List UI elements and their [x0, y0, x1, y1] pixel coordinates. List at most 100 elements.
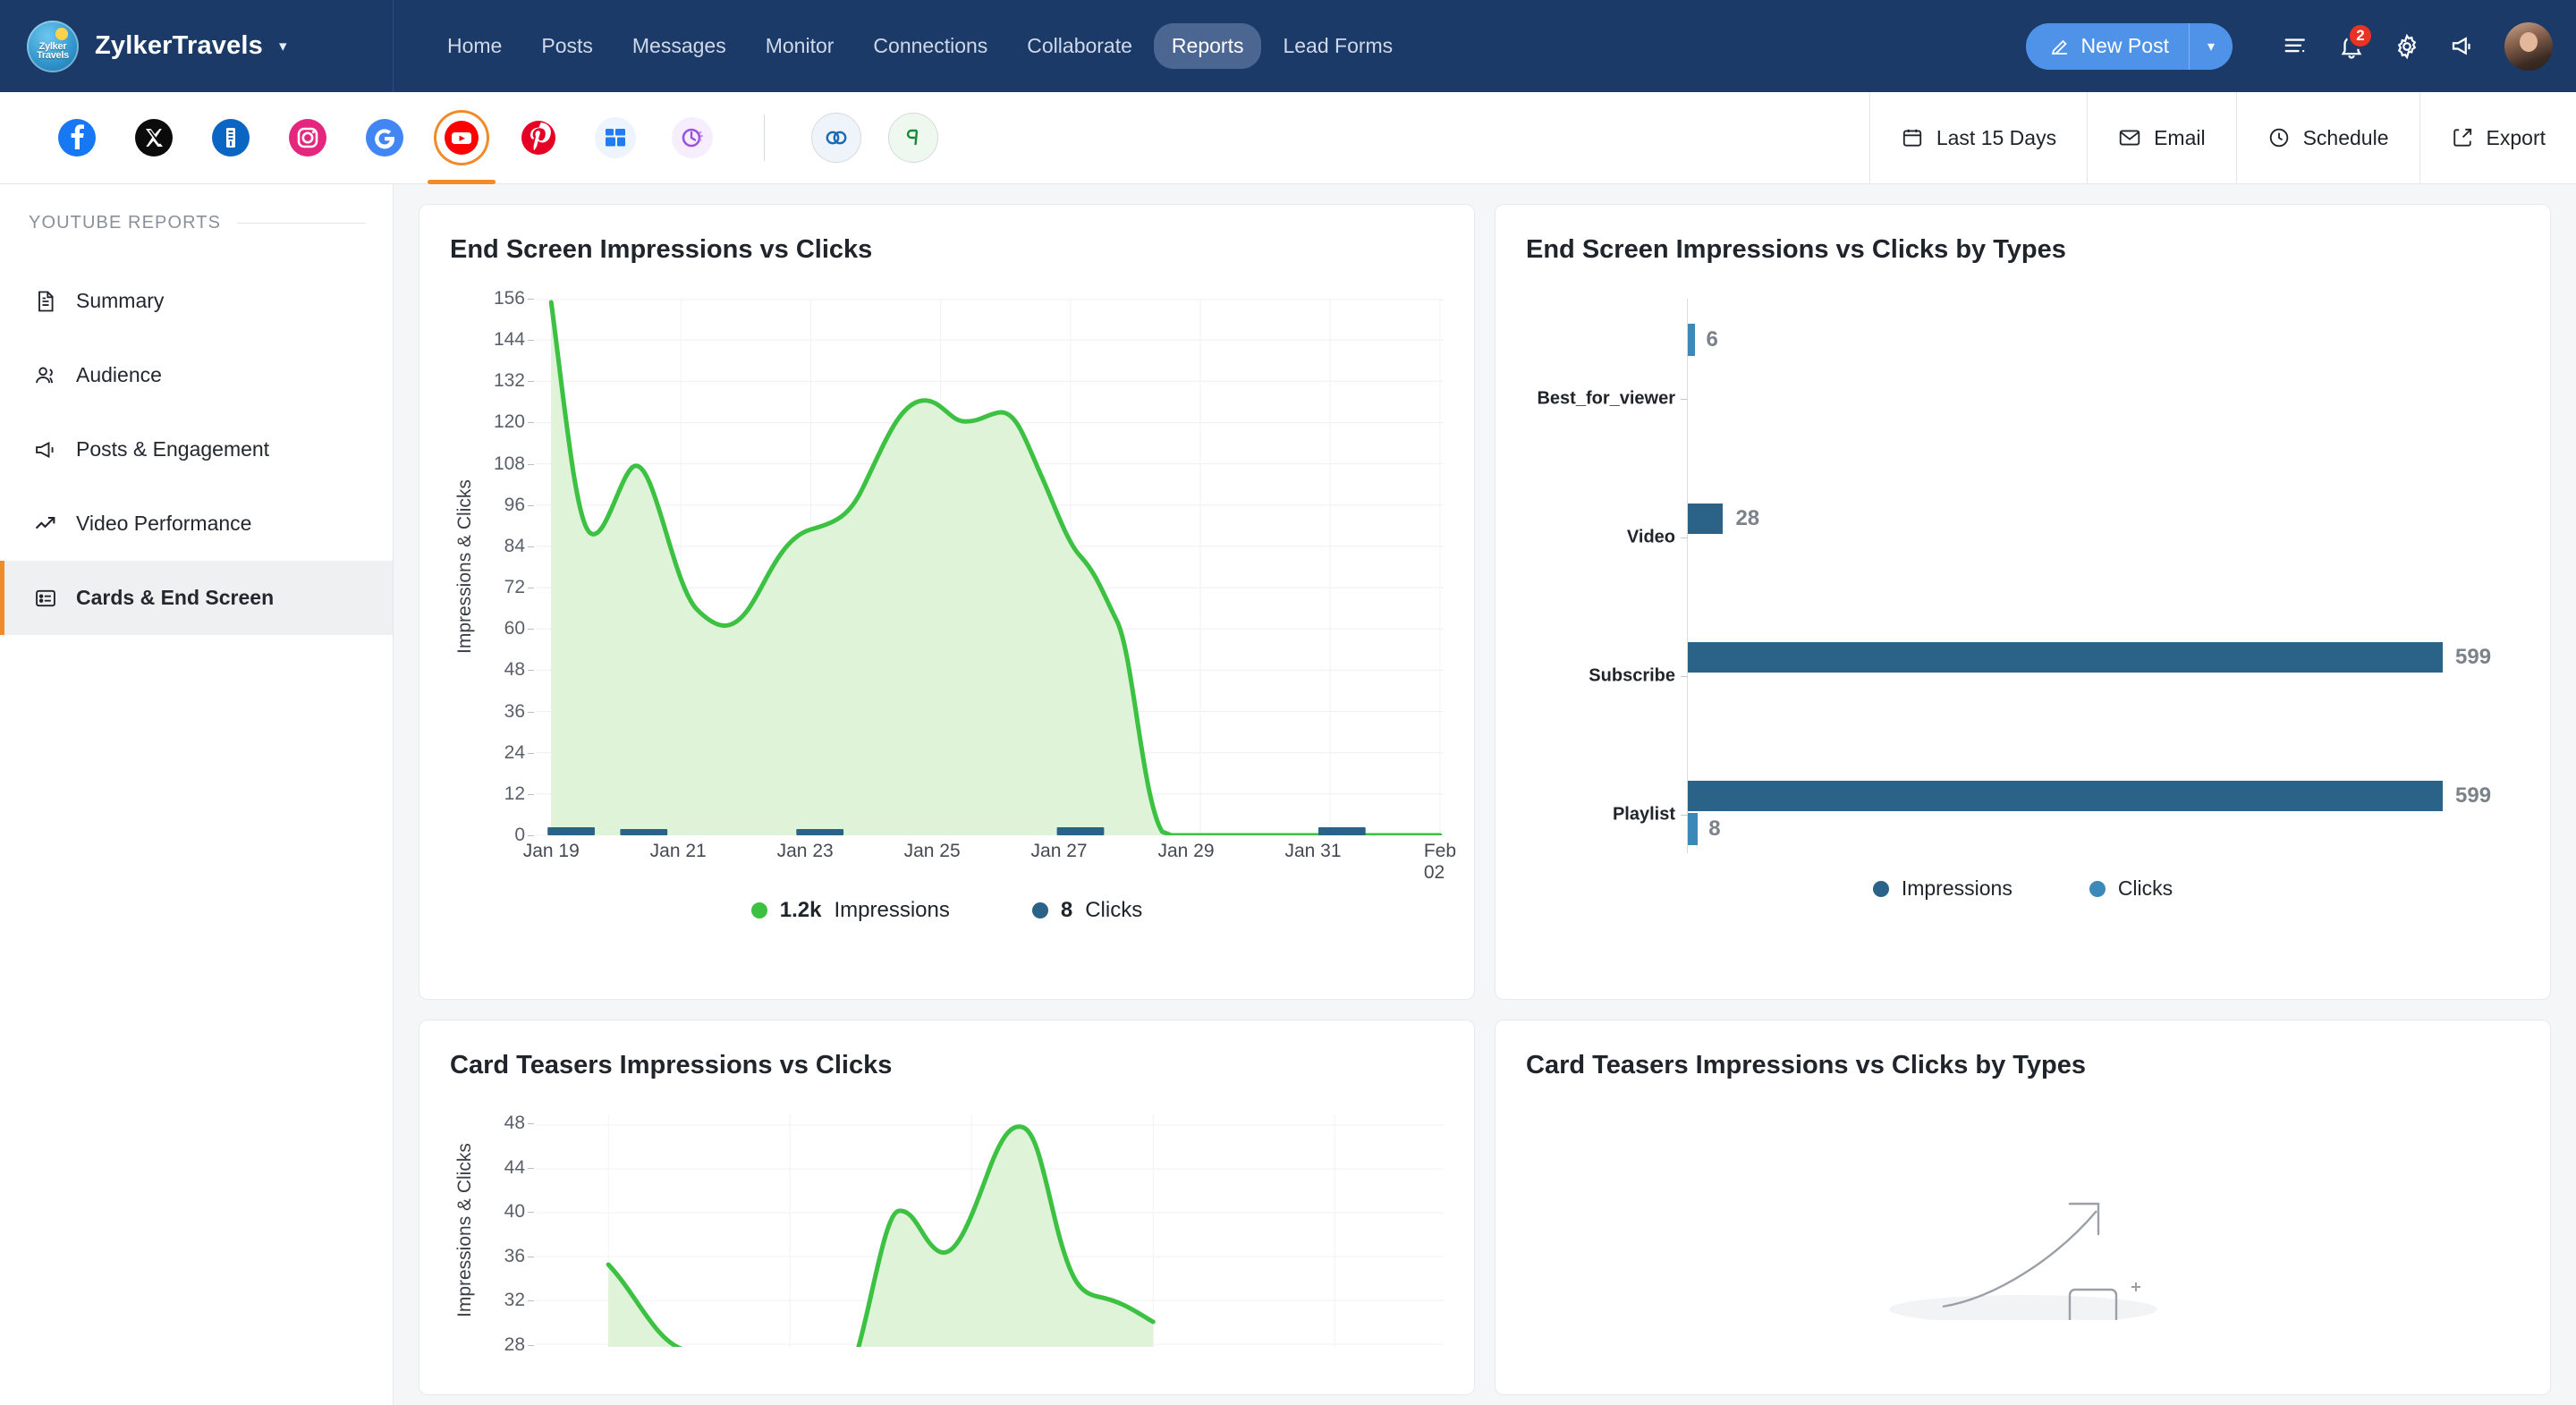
legend-item-clicks[interactable]: Clicks — [2089, 876, 2173, 901]
bar-clicks[interactable]: 6 — [1688, 323, 2520, 356]
axis-tick-mark — [1681, 398, 1688, 400]
primary-nav: Home Posts Messages Monitor Connections … — [429, 23, 1411, 69]
legend-item-impressions[interactable]: Impressions — [1872, 876, 2012, 901]
bar-impressions[interactable]: 599 — [1688, 641, 2520, 673]
bar-category-label: Subscribe — [1589, 665, 1675, 686]
report-toolbar: Last 15 Days Email Schedule Export — [1868, 91, 2576, 184]
legend-item-clicks[interactable]: 8 Clicks — [1031, 898, 1143, 923]
area-chart-2: Impressions & Clicks 28 32 36 40 44 48 — [450, 1113, 1444, 1355]
brand-chevron-down-icon[interactable]: ▾ — [279, 38, 287, 55]
zoho-crm-link-icon[interactable] — [811, 113, 861, 163]
card-title: End Screen Impressions vs Clicks by Type… — [1526, 235, 2066, 264]
x-axis-ticks: Jan 19 Jan 21 Jan 23 Jan 25 Jan 27 Jan 29 Jan … — [523, 841, 1456, 883]
date-range-button[interactable]: Last 15 Days — [1868, 91, 2087, 184]
bar-value-label: 599 — [2455, 783, 2492, 808]
sidebar-item-cards-end-screen[interactable]: Cards & End Screen — [0, 561, 393, 635]
settings-gear-icon[interactable] — [2379, 19, 2435, 74]
zoho-desk-icon[interactable] — [888, 113, 938, 163]
card-title: Card Teasers Impressions vs Clicks by Ty… — [1526, 1051, 2086, 1079]
sun-icon — [55, 27, 68, 40]
area-chart-1: Impressions & Clicks 0 12 24 36 48 60 72 84 96 10… — [450, 288, 1444, 845]
schedule-button[interactable]: Schedule — [2235, 91, 2419, 184]
channel-google-business-icon[interactable] — [360, 113, 410, 163]
channel-mastodon-icon[interactable] — [667, 113, 717, 163]
channel-bluesky-icon[interactable] — [590, 113, 640, 163]
legend-item-impressions[interactable]: 1.2k Impressions — [750, 898, 950, 923]
y-axis-tick: 132 — [493, 370, 535, 392]
legend-dot-clicks — [1031, 902, 1048, 918]
envelope-icon — [2119, 130, 2140, 146]
brand-zone[interactable]: Zylker Travels ZylkerTravels ▾ — [0, 0, 394, 92]
bar-impressions[interactable]: 599 — [1688, 780, 2520, 811]
y-axis-ticks: 28 32 36 40 44 48 — [480, 1113, 536, 1355]
export-button[interactable]: Export — [2419, 91, 2576, 184]
card-card-teasers-impressions-vs-clicks: Card Teasers Impressions vs Clicks Impre… — [419, 1020, 1475, 1395]
y-axis-tick: 48 — [504, 1113, 535, 1133]
card-title: End Screen Impressions vs Clicks — [450, 235, 873, 264]
legend-label-clicks: Clicks — [1085, 898, 1143, 922]
channel-divider — [764, 114, 765, 161]
legend-value-clicks: 8 — [1060, 898, 1073, 922]
users-icon — [36, 367, 53, 383]
x-axis-tick: Jan 21 — [649, 841, 707, 861]
card-end-screen-impressions-vs-clicks: End Screen Impressions vs Clicks Impress… — [419, 204, 1475, 1000]
nav-item-lead-forms[interactable]: Lead Forms — [1265, 23, 1411, 69]
y-axis-tick: 36 — [504, 1245, 535, 1266]
channel-facebook-icon[interactable] — [52, 113, 102, 163]
y-axis-tick: 120 — [493, 411, 535, 433]
channel-x-twitter-icon[interactable] — [129, 113, 179, 163]
calendar-icon — [1902, 129, 1921, 147]
nav-item-monitor[interactable]: Monitor — [748, 23, 852, 69]
nav-item-collaborate[interactable]: Collaborate — [1009, 23, 1150, 69]
plot-area — [536, 1114, 1444, 1347]
announcement-megaphone-icon[interactable] — [2435, 19, 2490, 74]
y-axis-label: Impressions & Clicks — [454, 1143, 475, 1318]
channel-instagram-icon[interactable] — [283, 113, 333, 163]
sidebar-item-summary[interactable]: Summary — [0, 264, 393, 338]
email-button[interactable]: Email — [2087, 91, 2236, 184]
export-label: Export — [2486, 125, 2546, 149]
x-axis-tick: Jan 19 — [522, 841, 580, 861]
sidebar-item-video-performance[interactable]: Video Performance — [0, 487, 393, 561]
nav-item-connections[interactable]: Connections — [855, 23, 1005, 69]
legend-label-clicks: Clicks — [2117, 876, 2174, 900]
x-axis-tick: Jan 29 — [1157, 841, 1215, 861]
bar-value-label: 6 — [1706, 326, 1718, 351]
card-end-screen-by-types: End Screen Impressions vs Clicks by Type… — [1495, 204, 2551, 1000]
channel-icon-list — [0, 113, 938, 184]
bar-clicks[interactable]: 8 — [1688, 812, 2520, 845]
logo-text: Zylker Travels — [37, 40, 69, 61]
page-body: YOUTUBE REPORTS Summary Audience Posts &… — [0, 184, 2576, 1405]
sidebar-item-label: Posts & Engagement — [76, 437, 270, 461]
sidebar-item-audience[interactable]: Audience — [0, 338, 393, 412]
new-post-button[interactable]: New Post ▾ — [2025, 22, 2233, 70]
channel-filter-bar: Last 15 Days Email Schedule Export — [0, 91, 2576, 184]
sidebar-item-posts-engagement[interactable]: Posts & Engagement — [0, 412, 393, 487]
channel-pinterest-icon[interactable] — [513, 113, 564, 163]
bar-value-label: 599 — [2455, 644, 2492, 669]
bar-chart-legend: Impressions Clicks — [1526, 876, 2520, 901]
chart-legend: 1.2k Impressions 8 Clicks — [450, 898, 1444, 923]
bar-impressions[interactable]: 28 — [1688, 503, 2520, 534]
date-range-label: Last 15 Days — [1936, 125, 2057, 149]
y-axis-tick: 156 — [493, 288, 535, 309]
sidebar-heading: YOUTUBE REPORTS — [0, 213, 393, 233]
nav-item-messages[interactable]: Messages — [614, 23, 744, 69]
user-avatar[interactable] — [2504, 21, 2553, 71]
nav-item-posts[interactable]: Posts — [523, 23, 611, 69]
y-axis-ticks: 0 12 24 36 48 60 72 84 96 108 120 132 144 156 — [480, 288, 536, 845]
y-axis-tick: 108 — [493, 453, 535, 474]
channel-youtube-icon[interactable] — [428, 113, 496, 184]
new-post-chevron-down-icon[interactable]: ▾ — [2190, 38, 2233, 55]
y-axis-tick: 60 — [504, 618, 535, 639]
brand-name: ZylkerTravels — [95, 31, 264, 60]
notifications-bell-icon[interactable]: 2 — [2324, 19, 2379, 74]
email-label: Email — [2154, 125, 2206, 149]
nav-item-home[interactable]: Home — [429, 23, 520, 69]
x-axis-tick: Jan 31 — [1284, 841, 1342, 861]
reports-sidebar: YOUTUBE REPORTS Summary Audience Posts &… — [0, 184, 394, 1405]
menu-lines-icon[interactable] — [2268, 19, 2324, 74]
y-axis-tick: 24 — [504, 741, 535, 763]
channel-linkedin-icon[interactable] — [206, 113, 256, 163]
nav-item-reports[interactable]: Reports — [1153, 23, 1262, 69]
